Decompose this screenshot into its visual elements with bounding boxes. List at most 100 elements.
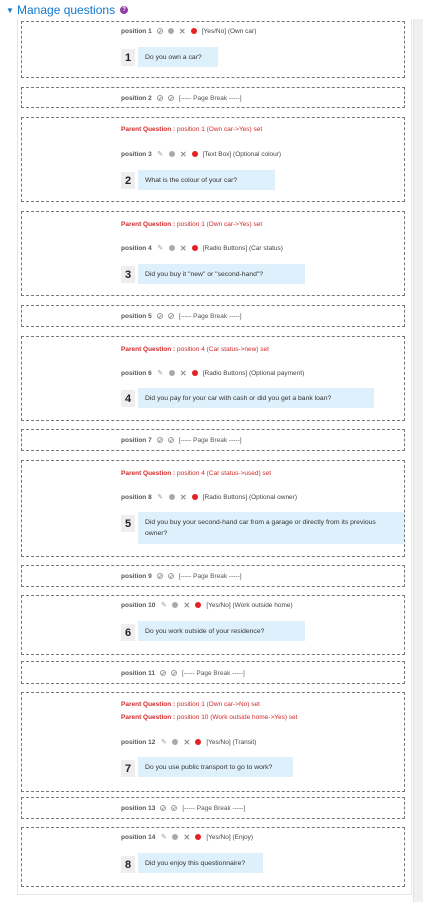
delete-icon[interactable]: ✕ [183, 833, 190, 841]
required-icon[interactable] [195, 739, 202, 745]
question-text[interactable]: Did you enjoy this questionnaire? [138, 853, 263, 873]
question-type: [Text Box] (Optional colour) [202, 150, 282, 158]
hide-icon[interactable] [168, 494, 175, 500]
position-label: position 5 [121, 312, 152, 320]
question-type: [Yes/No] (Work outside home) [206, 601, 293, 609]
delete-icon[interactable]: ✕ [180, 244, 187, 252]
move-disabled-icon [160, 805, 167, 811]
page-break-controls: position 7 [----- Page Break -----] [121, 435, 242, 445]
question-text[interactable]: Do you work outside of your residence? [138, 621, 305, 641]
question-type: [Yes/No] (Transit) [206, 738, 257, 746]
delete-icon[interactable]: ✕ [180, 150, 187, 158]
question-item: position 14 ✎ ✕ [Yes/No] (Enjoy) 8 Did y… [21, 827, 405, 887]
delete-icon[interactable]: ✕ [180, 493, 187, 501]
parent-question: Parent Question : position 4 (Car status… [121, 346, 269, 355]
question-type: [Radio Buttons] (Car status) [202, 244, 283, 252]
question-controls: position 14 ✎ ✕ [Yes/No] (Enjoy) [121, 832, 253, 842]
question-controls: position 12 ✎ ✕ [Yes/No] (Transit) [121, 737, 256, 747]
required-icon[interactable] [191, 245, 198, 251]
parent-prefix: Parent Question : [121, 126, 177, 133]
parent-question: Parent Question : position 1 (Own car->Y… [121, 126, 262, 135]
delete-icon[interactable]: ✕ [183, 601, 190, 609]
question-controls: position 3 ✎ ✕ [Text Box] (Optional colo… [121, 149, 281, 159]
edit-icon[interactable]: ✎ [160, 739, 167, 746]
question-item: position 10 ✎ ✕ [Yes/No] (Work outside h… [21, 595, 405, 655]
question-text[interactable]: Do you use public transport to go to wor… [138, 757, 293, 777]
move-disabled-icon [156, 95, 163, 101]
page-break-label: [----- Page Break -----] [182, 804, 246, 812]
page-break-label: [----- Page Break -----] [178, 572, 242, 580]
parent-prefix: Parent Question : [121, 714, 177, 721]
page-break-item: position 7 [----- Page Break -----] [21, 429, 405, 451]
edit-icon[interactable]: ✎ [157, 494, 164, 501]
delete-icon[interactable]: ✕ [180, 369, 187, 377]
question-number: 6 [121, 624, 135, 641]
position-label: position 10 [121, 601, 156, 609]
question-number: 3 [121, 266, 135, 283]
hide-disabled-icon [167, 437, 174, 443]
hide-icon[interactable] [168, 151, 175, 157]
hide-disabled-icon [167, 573, 174, 579]
question-number: 4 [121, 390, 135, 407]
hide-icon[interactable] [172, 739, 179, 745]
page-break-label: [----- Page Break -----] [178, 312, 242, 320]
edit-icon[interactable]: ✎ [157, 370, 164, 377]
required-icon[interactable] [191, 494, 198, 500]
edit-icon[interactable]: ✎ [160, 602, 167, 609]
hide-icon[interactable] [168, 370, 175, 376]
position-label: position 14 [121, 833, 156, 841]
parent-condition: position 1 (Own car->Yes) set [176, 126, 263, 133]
hide-icon[interactable] [172, 834, 179, 840]
section-title[interactable]: Manage questions [17, 3, 115, 17]
question-text[interactable]: Did you buy it "new" or "second-hand"? [138, 264, 305, 284]
page-break-item: position 11 [----- Page Break -----] [21, 661, 405, 684]
question-type: [Yes/No] (Enjoy) [206, 833, 254, 841]
page-break-controls: position 13 [----- Page Break -----] [121, 803, 245, 813]
question-text[interactable]: Did you buy your second-hand car from a … [138, 512, 404, 544]
required-icon[interactable] [191, 151, 198, 157]
hide-icon[interactable] [172, 602, 179, 608]
move-disabled-icon [159, 670, 166, 676]
position-label: position 11 [121, 669, 155, 677]
question-number: 2 [121, 172, 135, 189]
position-label: position 1 [121, 27, 152, 35]
section-header[interactable]: ▼ Manage questions ? [6, 2, 129, 18]
required-icon[interactable] [195, 602, 202, 608]
page-break-controls: position 2 [----- Page Break -----] [121, 93, 242, 103]
parent-prefix: Parent Question : [121, 470, 177, 477]
hide-icon[interactable] [167, 28, 174, 34]
hide-icon[interactable] [168, 245, 175, 251]
edit-icon[interactable]: ✎ [157, 151, 164, 158]
question-item: Parent Question : position 1 (Own car->Y… [21, 117, 405, 202]
question-text[interactable]: What is the colour of your car? [138, 170, 275, 190]
question-text[interactable]: Do you own a car? [138, 47, 218, 67]
page-break-item: position 9 [----- Page Break -----] [21, 565, 405, 587]
position-label: position 12 [121, 738, 156, 746]
page-break-controls: position 9 [----- Page Break -----] [121, 571, 242, 581]
position-label: position 3 [121, 150, 152, 158]
question-controls: position 1 ✕ [Yes/No] (Own car) [121, 26, 256, 36]
required-icon[interactable] [190, 28, 197, 34]
question-number: 1 [121, 49, 135, 66]
question-circle-icon[interactable]: ? [120, 6, 129, 14]
scrollbar-track[interactable] [413, 19, 423, 902]
question-item: Parent Question : position 4 (Car status… [21, 460, 405, 557]
question-text[interactable]: Did you pay for your car with cash or di… [138, 388, 374, 408]
question-type: [Radio Buttons] (Optional payment) [202, 369, 305, 377]
caret-down-icon[interactable]: ▼ [6, 6, 14, 15]
edit-icon[interactable]: ✎ [160, 834, 167, 841]
page-break-item: position 13 [----- Page Break -----] [21, 797, 405, 819]
required-icon[interactable] [191, 370, 198, 376]
position-label: position 2 [121, 94, 152, 102]
page-break-label: [----- Page Break -----] [178, 436, 242, 444]
parent-prefix: Parent Question : [121, 221, 177, 228]
edit-icon[interactable]: ✎ [157, 245, 164, 252]
parent-question: Parent Question : position 1 (Own car->Y… [121, 221, 262, 230]
required-icon[interactable] [195, 834, 202, 840]
question-number: 5 [121, 515, 135, 532]
parent-question: Parent Question : position 1 (Own car->N… [121, 701, 260, 710]
question-number: 8 [121, 856, 135, 873]
delete-icon[interactable]: ✕ [183, 738, 190, 746]
hide-disabled-icon [170, 670, 177, 676]
delete-icon[interactable]: ✕ [179, 27, 186, 35]
